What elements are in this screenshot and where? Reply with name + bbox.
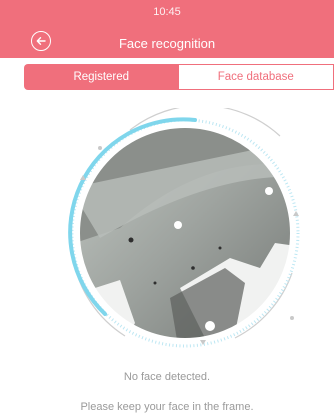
status-time: 10:45 xyxy=(153,6,181,18)
app-header: 10:45 Face recognition xyxy=(0,0,334,58)
tab-face-database[interactable]: Face database xyxy=(178,64,334,90)
face-recognition-screen: 10:45 Face recognition Registered Face d… xyxy=(0,0,334,417)
detection-status-text: No face detected. xyxy=(123,371,211,383)
face-scan-frame xyxy=(68,104,300,348)
marker-dot xyxy=(290,316,294,320)
page-title: Face recognition xyxy=(118,36,216,51)
tab-bar: Registered Face database xyxy=(24,64,334,90)
marker-dot xyxy=(98,146,102,150)
marker-triangle xyxy=(293,211,299,216)
camera-feed xyxy=(79,127,291,339)
tab-registered[interactable]: Registered xyxy=(24,64,179,90)
camera-preview-frame xyxy=(60,104,310,358)
instruction-text: Please keep your face in the frame. xyxy=(80,401,254,413)
